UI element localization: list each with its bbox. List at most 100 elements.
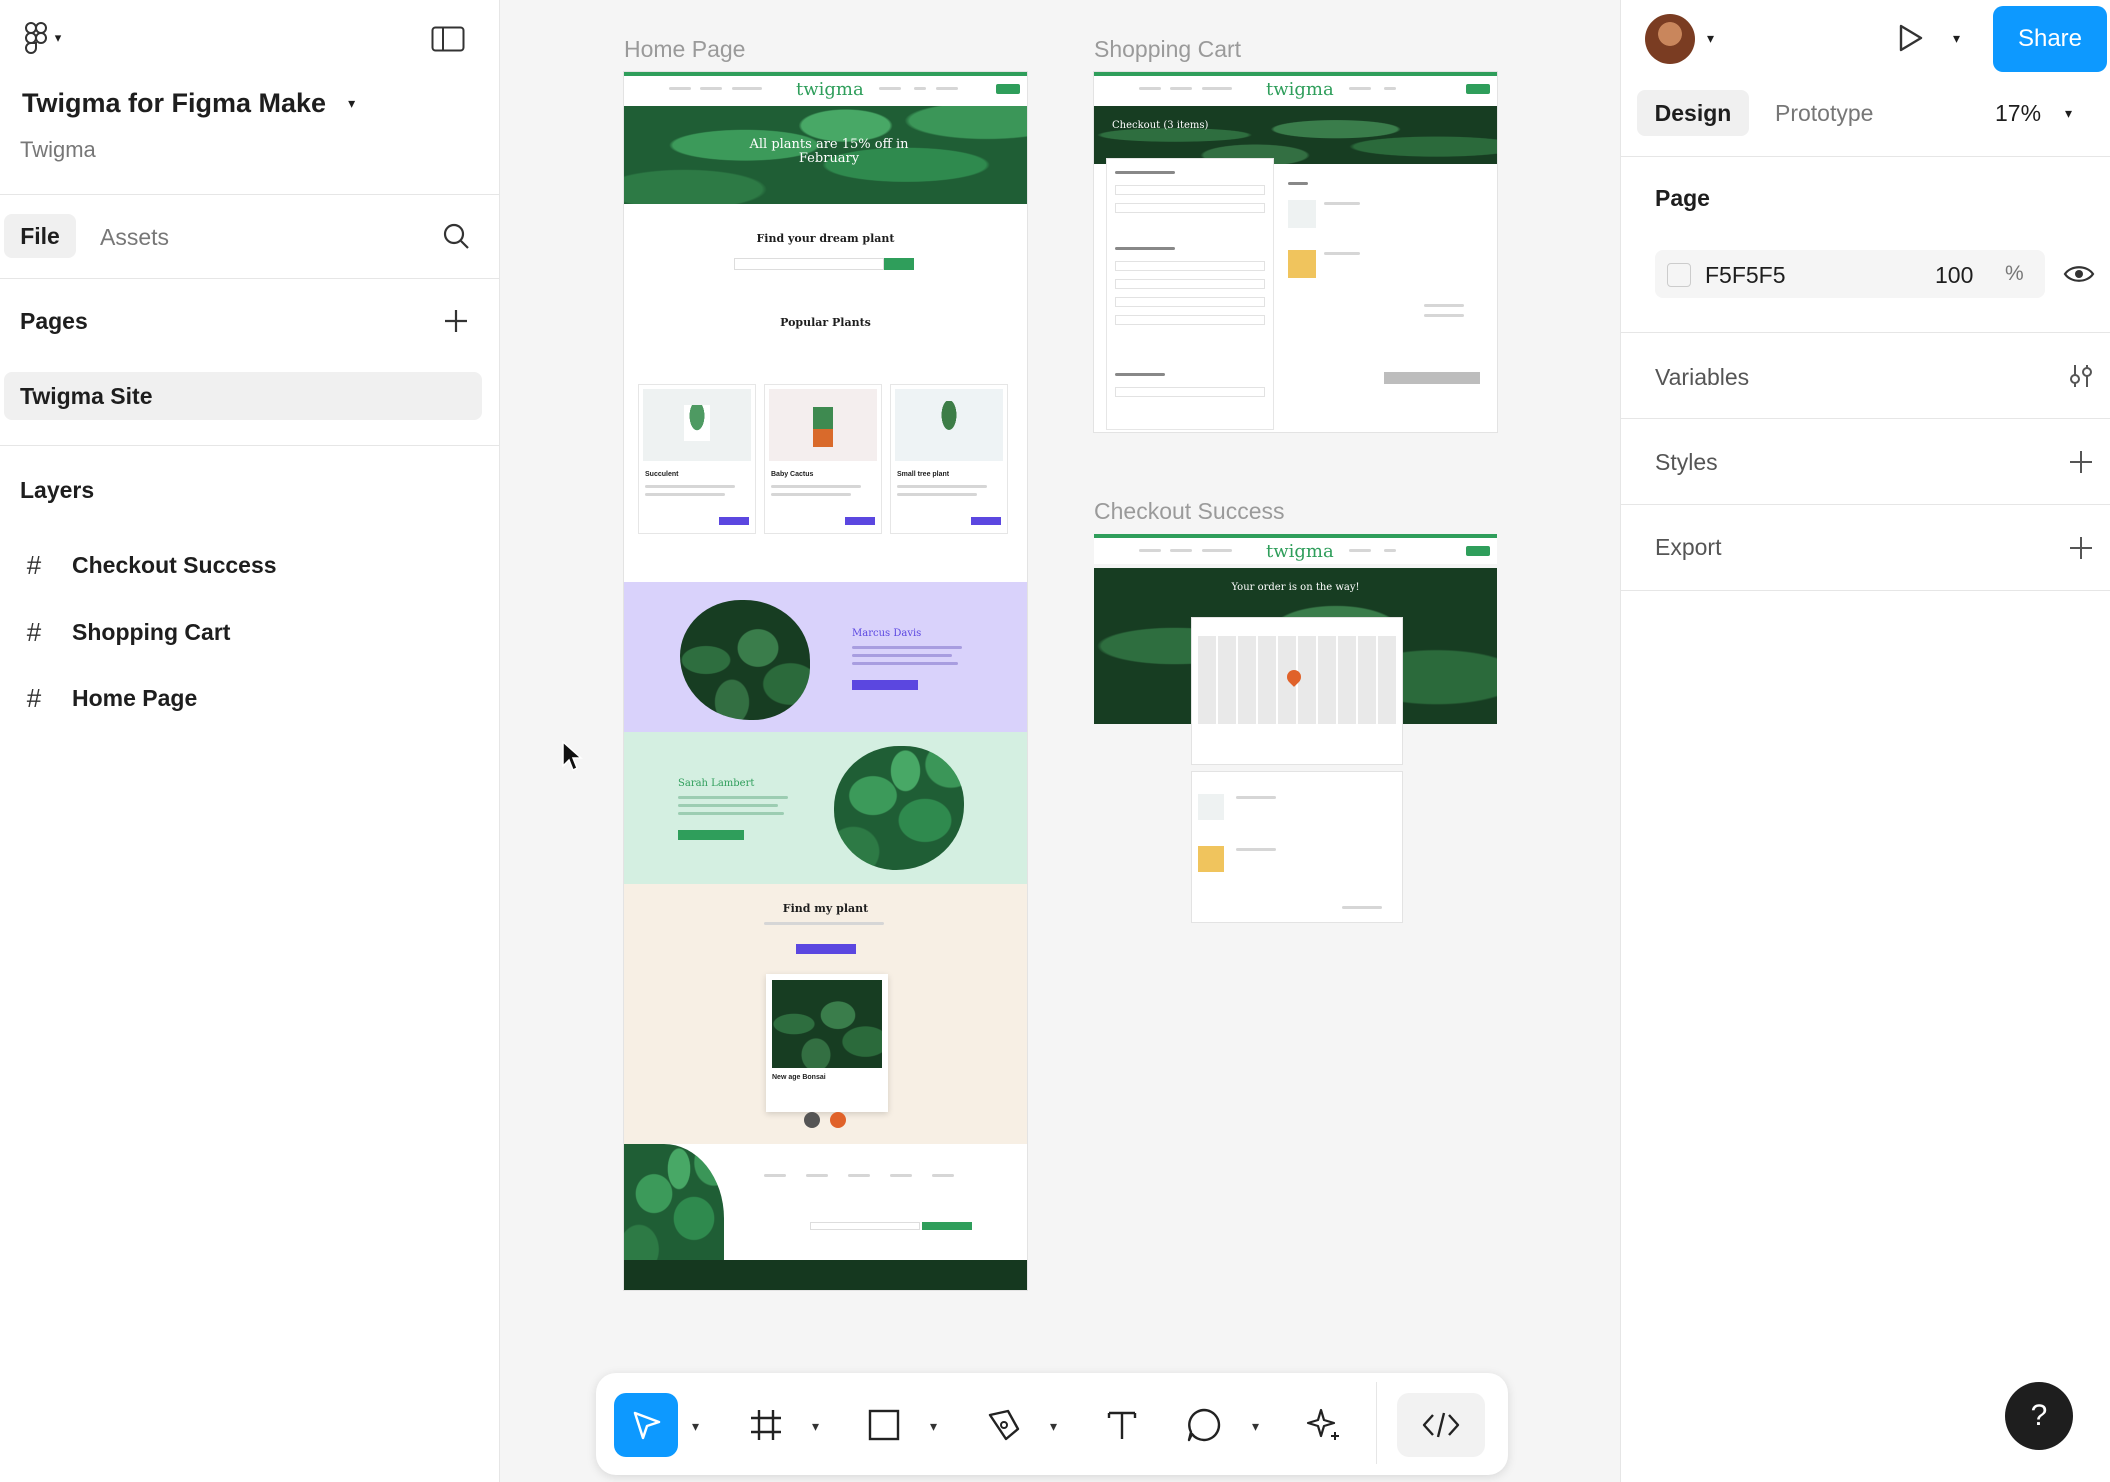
figma-main-menu[interactable]: ▾	[20, 18, 66, 58]
tab-assets[interactable]: Assets	[100, 224, 169, 251]
code-icon	[1422, 1412, 1460, 1438]
product-card: Baby Cactus	[764, 384, 882, 534]
left-sidebar: ▾ Twigma for Figma Make ▾ Twigma File As…	[0, 0, 500, 1482]
quiz-title: Find my plant	[782, 902, 869, 915]
frame-icon: #	[26, 682, 42, 713]
testimonial-section-2: Sarah Lambert	[624, 732, 1027, 884]
sliders-icon	[2070, 365, 2092, 387]
page-fill-field[interactable]: F5F5F5 100 %	[1655, 250, 2045, 298]
brand-logo: twigma	[1266, 541, 1334, 562]
sidebar-toggle-icon	[431, 26, 465, 52]
layer-label: Checkout Success	[72, 551, 277, 578]
mini-navbar: twigma	[624, 76, 1027, 102]
chevron-down-icon[interactable]: ▾	[1050, 1418, 1057, 1435]
chevron-down-icon[interactable]: ▾	[930, 1418, 937, 1435]
text-tool-button[interactable]	[1090, 1393, 1154, 1457]
brand-logo: twigma	[1266, 79, 1334, 100]
zoom-level: 17%	[1995, 100, 2042, 126]
page-item-twigma-site[interactable]: Twigma Site	[4, 372, 482, 420]
dev-mode-toggle[interactable]	[1397, 1393, 1485, 1457]
testimonial-name: Sarah Lambert	[678, 778, 755, 789]
frame-icon	[751, 1410, 781, 1440]
tab-prototype[interactable]: Prototype	[1775, 100, 1873, 127]
tab-file[interactable]: File	[4, 214, 76, 258]
frame-icon: #	[26, 616, 42, 647]
frame-home-page[interactable]: twigma All plants are 15% off in Februar…	[624, 72, 1027, 1290]
move-tool-button[interactable]	[614, 1393, 678, 1457]
quiz-section: Find my plant New age Bonsai	[624, 884, 1027, 1144]
avatar[interactable]	[1645, 14, 1695, 64]
order-summary	[1284, 180, 1484, 330]
chevron-down-icon: ▾	[348, 95, 356, 111]
pages-heading: Pages	[20, 308, 88, 334]
layer-home-page[interactable]: # Home Page	[20, 678, 198, 718]
cart-hero: Checkout (3 items)	[1094, 106, 1497, 164]
layer-shopping-cart[interactable]: # Shopping Cart	[20, 612, 231, 652]
page-item-label: Twigma Site	[20, 382, 153, 409]
search-layers-button[interactable]	[440, 220, 472, 252]
chevron-down-icon[interactable]: ▾	[1252, 1418, 1259, 1435]
product-card: Small tree plant	[890, 384, 1008, 534]
product-name: Small tree plant	[897, 471, 950, 478]
testimonial-section-1: Marcus Davis	[624, 582, 1027, 732]
chevron-down-icon[interactable]: ▾	[812, 1418, 819, 1435]
frame-shopping-cart[interactable]: twigma Checkout (3 items)	[1094, 72, 1497, 432]
file-title-button[interactable]: Twigma for Figma Make ▾	[22, 88, 355, 119]
page-section-heading: Page	[1655, 185, 1710, 211]
export-heading: Export	[1655, 534, 1722, 560]
sparkle-icon	[1306, 1408, 1339, 1440]
fill-swatch[interactable]	[1667, 263, 1691, 287]
hero-text: All plants are 15% off in February	[749, 137, 909, 167]
add-style-button[interactable]	[2065, 446, 2097, 478]
frame-tool-button[interactable]	[734, 1393, 798, 1457]
tab-design[interactable]: Design	[1637, 90, 1749, 136]
frame-label-cart[interactable]: Shopping Cart	[1094, 36, 1241, 63]
share-button[interactable]: Share	[1993, 6, 2107, 72]
toolbar-divider	[1376, 1382, 1377, 1464]
rectangle-icon	[868, 1409, 900, 1441]
chevron-down-icon[interactable]: ▾	[1953, 30, 1960, 47]
styles-heading: Styles	[1655, 449, 1718, 475]
pointer-icon	[633, 1411, 661, 1440]
fill-opacity[interactable]: 100	[1935, 262, 1973, 289]
frame-label-success[interactable]: Checkout Success	[1094, 498, 1284, 525]
canvas[interactable]: Home Page Shopping Cart Checkout Success…	[500, 0, 1620, 1482]
layer-label: Home Page	[72, 684, 198, 711]
frame-label-home[interactable]: Home Page	[624, 36, 745, 63]
chevron-down-icon[interactable]: ▾	[692, 1418, 699, 1435]
frame-checkout-success[interactable]: twigma Your order is on the way!	[1094, 534, 1497, 924]
layer-label: Shopping Cart	[72, 618, 231, 645]
toggle-visibility-button[interactable]	[2061, 258, 2097, 290]
frame-icon: #	[26, 549, 42, 580]
variables-button[interactable]	[2065, 360, 2097, 392]
shipping-map-card	[1192, 618, 1402, 764]
quiz-item-name: New age Bonsai	[772, 1074, 826, 1081]
comment-tool-button[interactable]	[1172, 1393, 1236, 1457]
add-page-button[interactable]	[440, 305, 472, 337]
footer-section	[624, 1144, 1027, 1268]
product-name: Baby Cactus	[771, 471, 814, 478]
plus-icon	[2070, 451, 2092, 473]
help-button[interactable]: ?	[2005, 1382, 2073, 1450]
add-export-button[interactable]	[2065, 532, 2097, 564]
success-title: Your order is on the way!	[1231, 582, 1360, 593]
shape-tool-button[interactable]	[852, 1393, 916, 1457]
cart-title: Checkout (3 items)	[1112, 120, 1209, 131]
zoom-dropdown[interactable]: 17% ▾	[1995, 100, 2072, 127]
toggle-sidebar-button[interactable]	[428, 22, 468, 56]
fill-hex[interactable]: F5F5F5	[1705, 262, 1786, 289]
pen-tool-button[interactable]	[972, 1393, 1036, 1457]
popular-plants-title: Popular Plants	[780, 316, 871, 329]
ai-tool-button[interactable]	[1292, 1393, 1356, 1457]
hero-banner: All plants are 15% off in February	[624, 106, 1027, 204]
present-button[interactable]	[1893, 20, 1929, 56]
play-icon	[1899, 24, 1923, 52]
figma-logo-icon	[24, 22, 47, 54]
right-sidebar: ▾ ▾ Share Design Prototype 17% ▾ Page F5…	[1620, 0, 2110, 1482]
mouse-cursor-icon	[562, 740, 583, 772]
team-name: Twigma	[20, 137, 96, 162]
checkout-form	[1106, 158, 1274, 430]
layers-heading: Layers	[20, 477, 95, 503]
chevron-down-icon[interactable]: ▾	[1707, 30, 1714, 47]
layer-checkout-success[interactable]: # Checkout Success	[20, 545, 277, 585]
